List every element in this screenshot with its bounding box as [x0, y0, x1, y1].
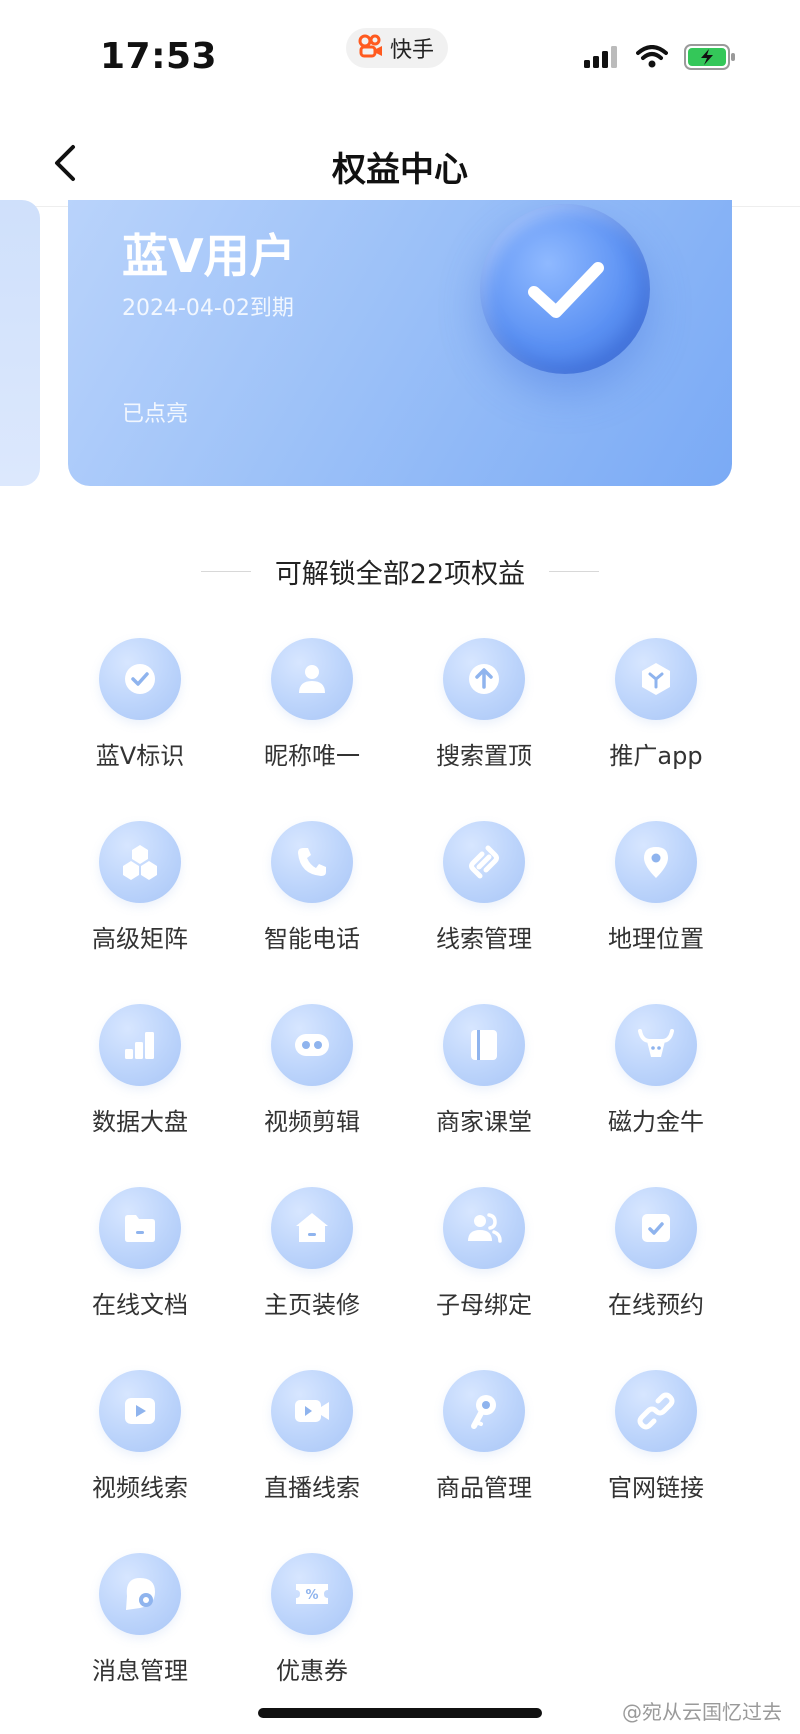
benefit-label: 商家课堂 [436, 1108, 532, 1136]
status-bar: 17:53 快手 [0, 0, 800, 110]
benefit-item[interactable]: 数据大盘 [54, 1004, 226, 1187]
benefit-item[interactable]: % 优惠券 [226, 1553, 398, 1734]
benefit-item[interactable]: 磁力金牛 [570, 1004, 742, 1187]
benefit-item[interactable]: 消息管理 [54, 1553, 226, 1734]
signal-icon [584, 46, 620, 72]
benefit-item[interactable]: 高级矩阵 [54, 821, 226, 1004]
card-status: 已点亮 [122, 402, 189, 427]
link-s-icon [443, 821, 525, 903]
benefit-label: 优惠券 [276, 1657, 348, 1685]
benefit-label: 商品管理 [436, 1474, 532, 1502]
kuaishou-logo-icon [358, 34, 384, 62]
benefit-label: 子母绑定 [436, 1291, 532, 1319]
benefit-label: 直播线索 [264, 1474, 360, 1502]
previous-card-peek[interactable] [0, 200, 40, 486]
battery-charging-icon [684, 44, 736, 74]
benefit-item[interactable]: 昵称唯一 [226, 638, 398, 821]
book-icon [443, 1004, 525, 1086]
heading-line-right [549, 571, 600, 572]
benefit-label: 视频剪辑 [264, 1108, 360, 1136]
message-settings-icon [99, 1553, 181, 1635]
phone-icon [271, 821, 353, 903]
benefits-heading-text: 可解锁全部22项权益 [274, 559, 526, 590]
svg-text:%: % [305, 1588, 318, 1603]
benefits-heading: 可解锁全部22项权益 [0, 552, 800, 591]
benefit-item[interactable]: 蓝V标识 [54, 638, 226, 821]
benefit-label: 在线文档 [92, 1291, 188, 1319]
benefit-item[interactable]: 商家课堂 [398, 1004, 570, 1187]
play-icon [99, 1370, 181, 1452]
benefit-item[interactable]: 官网链接 [570, 1370, 742, 1553]
bar-chart-icon [99, 1004, 181, 1086]
benefit-item[interactable]: 线索管理 [398, 821, 570, 1004]
benefit-item[interactable]: 商品管理 [398, 1370, 570, 1553]
benefit-item[interactable]: 视频线索 [54, 1370, 226, 1553]
benefit-item[interactable]: 在线文档 [54, 1187, 226, 1370]
benefit-label: 数据大盘 [92, 1108, 188, 1136]
page-title: 权益中心 [332, 150, 468, 190]
card-title: 蓝V用户 [122, 229, 296, 283]
key-icon [443, 1370, 525, 1452]
benefit-item[interactable]: 子母绑定 [398, 1187, 570, 1370]
benefit-item[interactable]: 视频剪辑 [226, 1004, 398, 1187]
arrow-up-icon [443, 638, 525, 720]
benefit-item[interactable]: 地理位置 [570, 821, 742, 1004]
app-name: 快手 [390, 38, 435, 63]
benefit-item[interactable]: 主页装修 [226, 1187, 398, 1370]
benefit-label: 昵称唯一 [264, 742, 360, 770]
bull-icon [615, 1004, 697, 1086]
benefit-label: 蓝V标识 [95, 742, 185, 770]
nav-bar: 权益中心 [0, 120, 800, 210]
wifi-icon [636, 45, 668, 73]
benefit-label: 智能电话 [264, 925, 360, 953]
chain-link-icon [615, 1370, 697, 1452]
benefits-grid: 蓝V标识 昵称唯一 搜索置顶 推广app 高级矩阵 智能电话 线索管理 地理位置… [54, 638, 744, 1734]
benefit-label: 在线预约 [608, 1291, 704, 1319]
benefit-label: 官网链接 [608, 1474, 704, 1502]
user-icon [271, 638, 353, 720]
calendar-check-icon [615, 1187, 697, 1269]
watermark: @宛从云国忆过去 [622, 1700, 782, 1724]
status-icons [584, 44, 736, 74]
benefit-label: 推广app [609, 742, 703, 770]
location-pin-icon [615, 821, 697, 903]
coupon-icon: % [271, 1553, 353, 1635]
users-icon [443, 1187, 525, 1269]
folder-icon [99, 1187, 181, 1269]
benefit-item[interactable]: 搜索置顶 [398, 638, 570, 821]
benefit-label: 磁力金牛 [608, 1108, 704, 1136]
benefit-label: 地理位置 [608, 925, 704, 953]
benefit-label: 消息管理 [92, 1657, 188, 1685]
benefit-item[interactable]: 智能电话 [226, 821, 398, 1004]
benefit-label: 线索管理 [436, 925, 532, 953]
matrix-icon [99, 821, 181, 903]
cube-icon [615, 638, 697, 720]
home-indicator[interactable] [258, 1708, 542, 1718]
benefit-label: 高级矩阵 [92, 925, 188, 953]
benefit-label: 视频线索 [92, 1474, 188, 1502]
card-expire-date: 2024-04-02到期 [122, 296, 294, 321]
heading-line-left [200, 571, 251, 572]
video-camera-icon [271, 1370, 353, 1452]
check-badge-icon [480, 204, 650, 374]
benefit-label: 主页装修 [264, 1291, 360, 1319]
home-icon [271, 1187, 353, 1269]
check-icon [99, 638, 181, 720]
benefit-item[interactable]: 推广app [570, 638, 742, 821]
benefit-item[interactable]: 在线预约 [570, 1187, 742, 1370]
membership-card[interactable]: 蓝V用户 2024-04-02到期 已点亮 [68, 200, 732, 486]
status-time: 17:53 [100, 36, 218, 77]
app-indicator-pill[interactable]: 快手 [346, 28, 449, 68]
film-reel-icon [271, 1004, 353, 1086]
benefit-label: 搜索置顶 [436, 742, 532, 770]
benefit-item[interactable]: 直播线索 [226, 1370, 398, 1553]
